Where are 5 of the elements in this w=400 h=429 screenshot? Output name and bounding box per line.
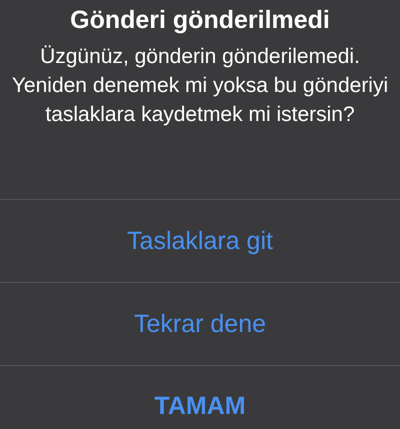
alert-title: Gönderi gönderilmedi: [70, 5, 330, 36]
action-button[interactable]: Tekrar dene: [0, 282, 400, 365]
action-button[interactable]: TAMAM: [0, 365, 400, 429]
alert-message: Üzgünüz, gönderin gönderilemedi. Yeniden denemek mi yoksa bu gönderiyi taslaklara kaydetmek mi istersin?: [10, 44, 390, 128]
action-button[interactable]: Taslaklara git: [0, 199, 400, 282]
